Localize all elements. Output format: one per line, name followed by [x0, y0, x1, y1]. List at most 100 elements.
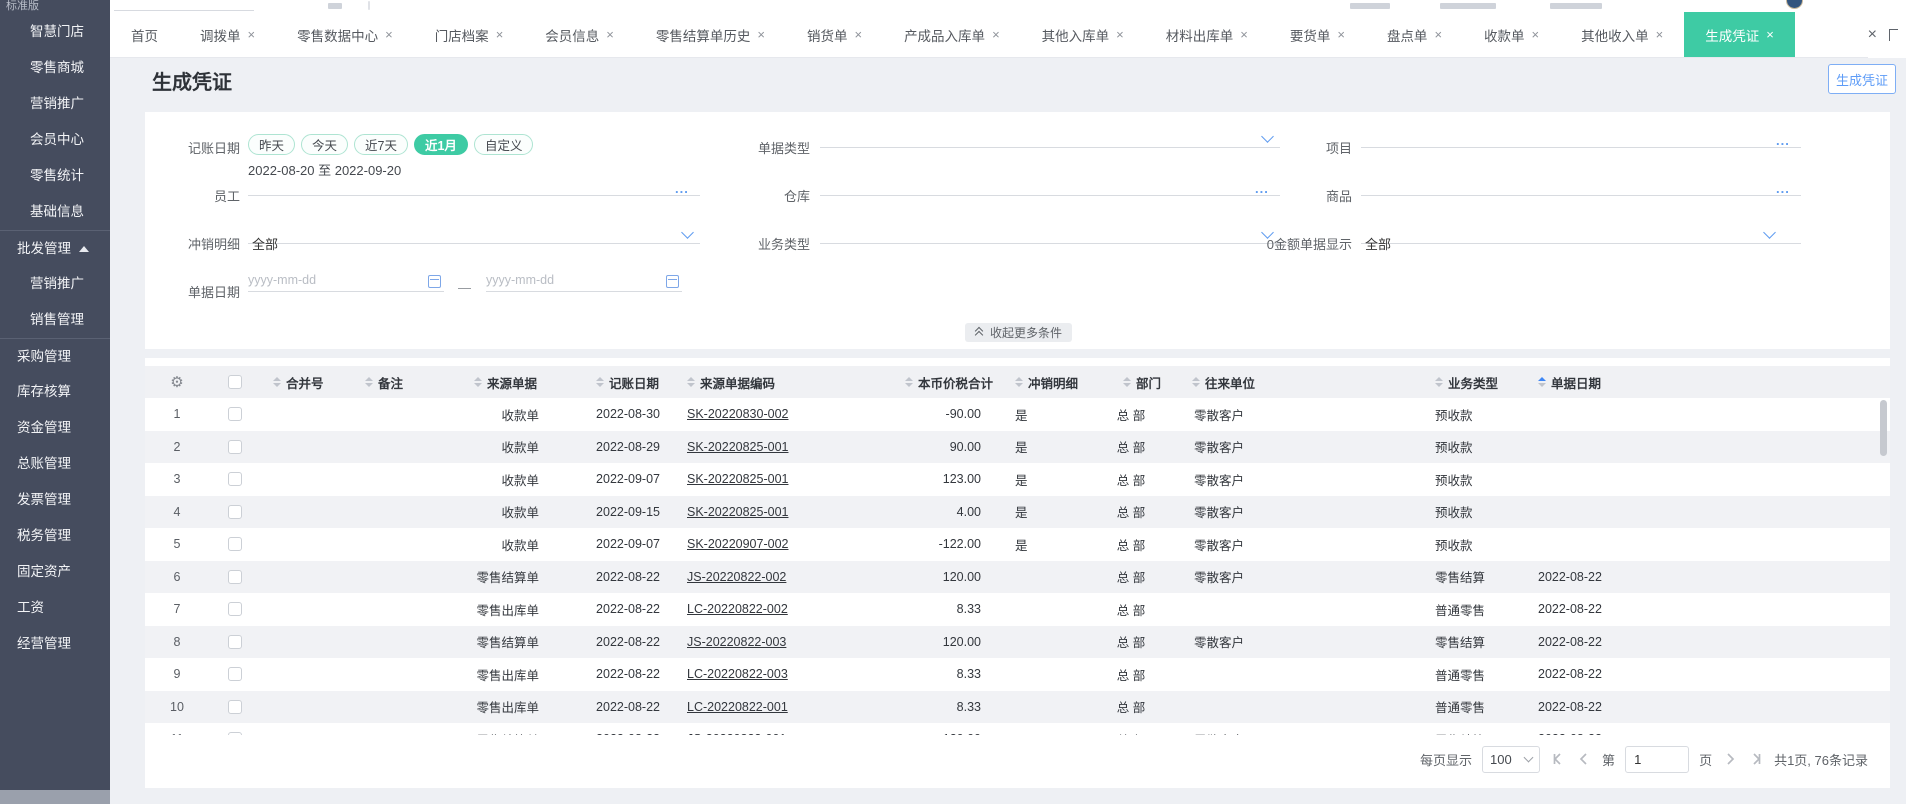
row-checkbox[interactable]	[228, 699, 242, 714]
sort-icon[interactable]	[1122, 377, 1131, 387]
first-page-icon[interactable]	[1550, 751, 1566, 767]
tab-item[interactable]: 其他收入单 ×	[1560, 12, 1684, 57]
close-tab-icon[interactable]: ×	[1766, 27, 1774, 42]
table-row[interactable]: 5 收款单 2022-09-07 SK-20220907-002 -122.00 是 总 部…	[145, 528, 1890, 561]
calendar-icon[interactable]	[666, 275, 679, 288]
close-tab-icon[interactable]: ×	[1532, 27, 1540, 42]
table-row[interactable]: 9 零售出库单 2022-08-22 LC-20220822-003 8.33 总 部 普通…	[145, 658, 1890, 691]
close-tab-icon[interactable]: ×	[757, 27, 765, 42]
doc-date-end-input[interactable]	[486, 268, 682, 292]
tab-item[interactable]: 零售数据中心 ×	[276, 12, 414, 57]
close-tab-icon[interactable]: ×	[385, 27, 393, 42]
close-tab-icon[interactable]: ×	[1116, 27, 1124, 42]
cell-check[interactable]	[209, 463, 261, 496]
column-header-dept[interactable]: 部门	[1082, 366, 1180, 398]
project-input[interactable]	[1361, 124, 1801, 148]
column-header-seq[interactable]: ⚙	[145, 366, 209, 398]
sidebar-item[interactable]: 总账管理	[0, 446, 110, 482]
sidebar-item[interactable]: 库存核算	[0, 374, 110, 410]
row-checkbox[interactable]	[228, 439, 242, 454]
warehouse-input[interactable]	[820, 172, 1280, 196]
sidebar-item[interactable]: 会员中心	[0, 122, 110, 158]
source-doc-link[interactable]: JS-20220822-003	[687, 635, 786, 649]
tab-item[interactable]: 盘点单 ×	[1366, 12, 1463, 57]
cell-code[interactable]: JS-20220822-001	[675, 723, 851, 735]
tab-item[interactable]: 会员信息 ×	[524, 12, 635, 57]
table-row[interactable]: 6 零售结算单 2022-08-22 JS-20220822-002 120.00 总 部…	[145, 560, 1890, 593]
sidebar-item[interactable]: 营销推广	[0, 86, 110, 122]
close-tab-icon[interactable]: ×	[1434, 27, 1442, 42]
sidebar-item[interactable]: 固定资产	[0, 554, 110, 590]
goods-picker-ellipsis[interactable]: ...	[1776, 181, 1790, 196]
column-header-partner[interactable]: 往来单位	[1180, 366, 1429, 398]
sidebar-item[interactable]: 智慧门店	[0, 14, 110, 50]
sort-icon[interactable]	[687, 377, 695, 387]
sort-icon[interactable]	[473, 377, 482, 387]
close-tab-icon[interactable]: ×	[854, 27, 862, 42]
table-row[interactable]: 8 零售结算单 2022-08-22 JS-20220822-003 120.00 总 部…	[145, 625, 1890, 659]
row-checkbox[interactable]	[228, 667, 242, 682]
row-checkbox[interactable]	[228, 569, 242, 584]
sort-icon[interactable]	[1192, 377, 1200, 387]
source-doc-link[interactable]: SK-20220830-002	[687, 407, 788, 421]
date-quick-pill[interactable]: 自定义	[473, 134, 534, 155]
column-header-biz[interactable]: 业务类型	[1429, 366, 1526, 398]
table-row[interactable]: 7 零售出库单 2022-08-22 LC-20220822-002 8.33 总 部 普通…	[145, 593, 1890, 626]
cell-code[interactable]: SK-20220825-001	[675, 463, 851, 496]
tab-item[interactable]: 调拨单 ×	[179, 12, 276, 57]
date-quick-pill[interactable]: 近1月	[413, 134, 468, 155]
tab-item[interactable]: 首页	[110, 12, 179, 57]
source-doc-link[interactable]: JS-20220822-001	[687, 732, 786, 735]
column-header-merge[interactable]: 合并号	[261, 366, 353, 398]
sidebar-item[interactable]: 基础信息	[0, 194, 110, 230]
column-header-check[interactable]	[209, 366, 261, 398]
source-doc-link[interactable]: LC-20220822-001	[687, 700, 788, 714]
collapse-more-conditions[interactable]: 收起更多条件	[965, 323, 1073, 342]
column-header-code[interactable]: 来源单据编码	[675, 366, 851, 398]
cell-check[interactable]	[209, 398, 261, 431]
column-header-source[interactable]: 来源单据	[450, 366, 553, 398]
cell-code[interactable]: JS-20220822-003	[675, 626, 851, 659]
cell-code[interactable]: SK-20220830-002	[675, 398, 851, 431]
vertical-scrollbar[interactable]	[1880, 400, 1887, 456]
tab-item[interactable]: 产成品入库单 ×	[883, 12, 1021, 57]
per-page-select[interactable]: 100	[1482, 745, 1541, 773]
date-quick-pill[interactable]: 近7天	[354, 134, 408, 155]
sort-icon[interactable]	[1435, 377, 1443, 387]
zero-amount-select[interactable]	[1361, 220, 1801, 244]
source-doc-link[interactable]: JS-20220822-002	[687, 570, 786, 584]
sort-icon[interactable]	[365, 377, 373, 387]
row-checkbox[interactable]	[228, 407, 242, 422]
sidebar-item[interactable]: 采购管理	[0, 338, 110, 374]
writeoff-select[interactable]	[248, 220, 700, 244]
tab-item[interactable]: 收款单 ×	[1463, 12, 1560, 57]
cell-code[interactable]: SK-20220907-002	[675, 528, 851, 561]
row-checkbox[interactable]	[228, 732, 242, 735]
calendar-icon[interactable]	[428, 275, 441, 288]
sidebar-item[interactable]: 税务管理	[0, 518, 110, 554]
table-row[interactable]: 11零售结算单2022-08-22JS-20220822-001120.00总 …	[145, 723, 1890, 735]
date-quick-pill[interactable]: 昨天	[248, 134, 296, 155]
cell-check[interactable]	[209, 691, 261, 724]
source-doc-link[interactable]: SK-20220825-001	[687, 440, 788, 454]
next-page-icon[interactable]	[1722, 751, 1738, 767]
column-header-acct_date[interactable]: 记账日期	[553, 366, 675, 398]
avatar[interactable]	[1786, 0, 1803, 9]
sidebar-item[interactable]: 销售管理	[0, 302, 110, 338]
cell-code[interactable]: LC-20220822-002	[675, 593, 851, 626]
table-row[interactable]: 3 收款单 2022-09-07 SK-20220825-001 123.00 是 总 部 零…	[145, 463, 1890, 496]
sort-icon[interactable]	[1538, 377, 1546, 387]
source-doc-link[interactable]: SK-20220825-001	[687, 505, 788, 519]
row-checkbox[interactable]	[228, 504, 242, 519]
tab-item[interactable]: 其他入库单 ×	[1021, 12, 1145, 57]
row-checkbox[interactable]	[228, 537, 242, 552]
cell-check[interactable]	[209, 626, 261, 659]
row-checkbox[interactable]	[228, 602, 242, 617]
cell-check[interactable]	[209, 431, 261, 464]
close-tab-icon[interactable]: ×	[606, 27, 614, 42]
cell-code[interactable]: LC-20220822-003	[675, 658, 851, 691]
last-page-icon[interactable]	[1748, 751, 1764, 767]
warehouse-picker-ellipsis[interactable]: ...	[1255, 181, 1269, 196]
row-checkbox[interactable]	[228, 472, 242, 487]
source-doc-link[interactable]: LC-20220822-002	[687, 602, 788, 616]
